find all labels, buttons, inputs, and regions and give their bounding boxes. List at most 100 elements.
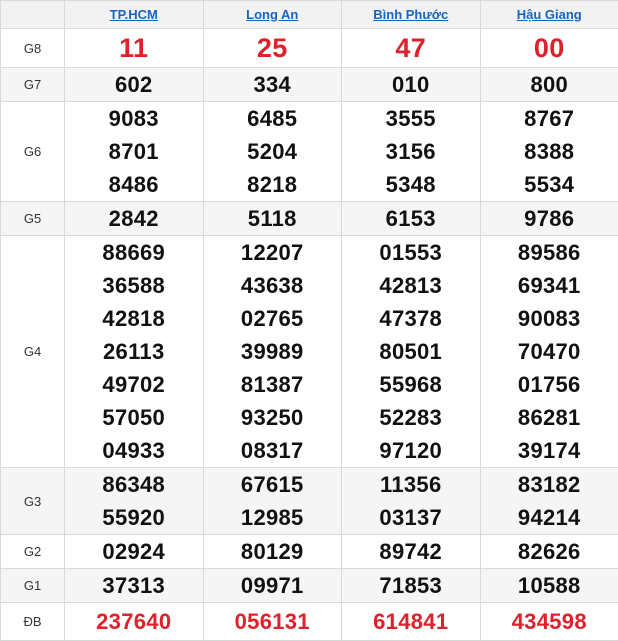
prize-cell: 908387018486 xyxy=(65,102,204,202)
prize-number: 5534 xyxy=(481,168,618,201)
province-link-hau-giang[interactable]: Hậu Giang xyxy=(517,7,582,22)
prize-number: 49702 xyxy=(65,368,203,401)
prize-number: 09971 xyxy=(204,569,342,602)
prize-number: 9786 xyxy=(481,202,618,235)
corner-cell xyxy=(1,1,65,29)
prize-number: 39989 xyxy=(204,335,342,368)
prize-number: 67615 xyxy=(204,468,342,501)
prize-cell: 11 xyxy=(65,29,204,68)
prize-row: ĐB237640056131614841434598 xyxy=(1,603,618,641)
prize-number: 6485 xyxy=(204,102,342,135)
prize-number: 89586 xyxy=(481,236,618,269)
prize-number: 80129 xyxy=(204,535,342,568)
prize-number: 602 xyxy=(65,68,203,101)
prize-cell: 434598 xyxy=(480,603,618,641)
prize-number: 01553 xyxy=(342,236,480,269)
prize-number: 8701 xyxy=(65,135,203,168)
prize-cell: 71853 xyxy=(342,569,481,603)
prize-number: 57050 xyxy=(65,401,203,434)
prize-number: 12207 xyxy=(204,236,342,269)
prize-cell: 602 xyxy=(65,68,204,102)
prize-row: G690838701848664855204821835553156534887… xyxy=(1,102,618,202)
prize-number: 97120 xyxy=(342,434,480,467)
prize-number: 47378 xyxy=(342,302,480,335)
prize-number: 6153 xyxy=(342,202,480,235)
prize-row: G386348559206761512985113560313783182942… xyxy=(1,468,618,535)
prize-label: G7 xyxy=(1,68,65,102)
prize-number: 00 xyxy=(481,29,618,67)
prize-number: 88669 xyxy=(65,236,203,269)
prize-cell: 82626 xyxy=(480,535,618,569)
prize-cell: 89586693419008370470017568628139174 xyxy=(480,236,618,468)
prize-number: 11356 xyxy=(342,468,480,501)
prize-number: 25 xyxy=(204,29,342,67)
special-prize-number: 434598 xyxy=(481,605,618,638)
province-header: TP.HCM xyxy=(65,1,204,29)
prize-number: 89742 xyxy=(342,535,480,568)
prize-number: 8218 xyxy=(204,168,342,201)
prize-number: 83182 xyxy=(481,468,618,501)
prize-number: 04933 xyxy=(65,434,203,467)
prize-cell: 01553428134737880501559685228397120 xyxy=(342,236,481,468)
prize-number: 02765 xyxy=(204,302,342,335)
prize-number: 3156 xyxy=(342,135,480,168)
prize-label: G6 xyxy=(1,102,65,202)
prize-label: G3 xyxy=(1,468,65,535)
prize-number: 42818 xyxy=(65,302,203,335)
prize-cell: 237640 xyxy=(65,603,204,641)
prize-cell: 12207436380276539989813879325008317 xyxy=(203,236,342,468)
prize-number: 334 xyxy=(204,68,342,101)
prize-number: 90083 xyxy=(481,302,618,335)
prize-number: 86281 xyxy=(481,401,618,434)
prize-row: G811254700 xyxy=(1,29,618,68)
prize-number: 5118 xyxy=(204,202,342,235)
prize-label: G5 xyxy=(1,202,65,236)
prize-cell: 88669365884281826113497025705004933 xyxy=(65,236,204,468)
prize-number: 86348 xyxy=(65,468,203,501)
prize-number: 5348 xyxy=(342,168,480,201)
prize-cell: 614841 xyxy=(342,603,481,641)
prize-cell: 2842 xyxy=(65,202,204,236)
prize-cell: 09971 xyxy=(203,569,342,603)
prize-number: 94214 xyxy=(481,501,618,534)
prize-row: G202924801298974282626 xyxy=(1,535,618,569)
prize-cell: 10588 xyxy=(480,569,618,603)
prize-number: 47 xyxy=(342,29,480,67)
prize-number: 8767 xyxy=(481,102,618,135)
prize-cell: 8318294214 xyxy=(480,468,618,535)
prize-number: 52283 xyxy=(342,401,480,434)
prize-cell: 80129 xyxy=(203,535,342,569)
prize-cell: 00 xyxy=(480,29,618,68)
prize-cell: 47 xyxy=(342,29,481,68)
prize-cell: 37313 xyxy=(65,569,204,603)
prize-number: 08317 xyxy=(204,434,342,467)
prize-number: 11 xyxy=(65,29,203,67)
special-prize-number: 237640 xyxy=(65,605,203,638)
prize-cell: 010 xyxy=(342,68,481,102)
prize-cell: 800 xyxy=(480,68,618,102)
prize-number: 12985 xyxy=(204,501,342,534)
prize-label: ĐB xyxy=(1,603,65,641)
prize-number: 9083 xyxy=(65,102,203,135)
prize-number: 39174 xyxy=(481,434,618,467)
province-link-binh-phuoc[interactable]: Bình Phước xyxy=(373,7,448,22)
prize-cell: 876783885534 xyxy=(480,102,618,202)
province-link-long-an[interactable]: Long An xyxy=(246,7,298,22)
prize-cell: 5118 xyxy=(203,202,342,236)
prize-number: 8388 xyxy=(481,135,618,168)
prize-row: G488669365884281826113497025705004933122… xyxy=(1,236,618,468)
lottery-results-table: TP.HCM Long An Bình Phước Hậu Giang G811… xyxy=(0,0,618,641)
prize-number: 26113 xyxy=(65,335,203,368)
prize-number: 71853 xyxy=(342,569,480,602)
prize-number: 70470 xyxy=(481,335,618,368)
prize-cell: 8634855920 xyxy=(65,468,204,535)
prize-number: 93250 xyxy=(204,401,342,434)
province-link-tphcm[interactable]: TP.HCM xyxy=(110,7,158,22)
prize-number: 010 xyxy=(342,68,480,101)
prize-number: 3555 xyxy=(342,102,480,135)
prize-number: 43638 xyxy=(204,269,342,302)
prize-number: 10588 xyxy=(481,569,618,602)
prize-label: G8 xyxy=(1,29,65,68)
prize-label: G4 xyxy=(1,236,65,468)
prize-cell: 355531565348 xyxy=(342,102,481,202)
